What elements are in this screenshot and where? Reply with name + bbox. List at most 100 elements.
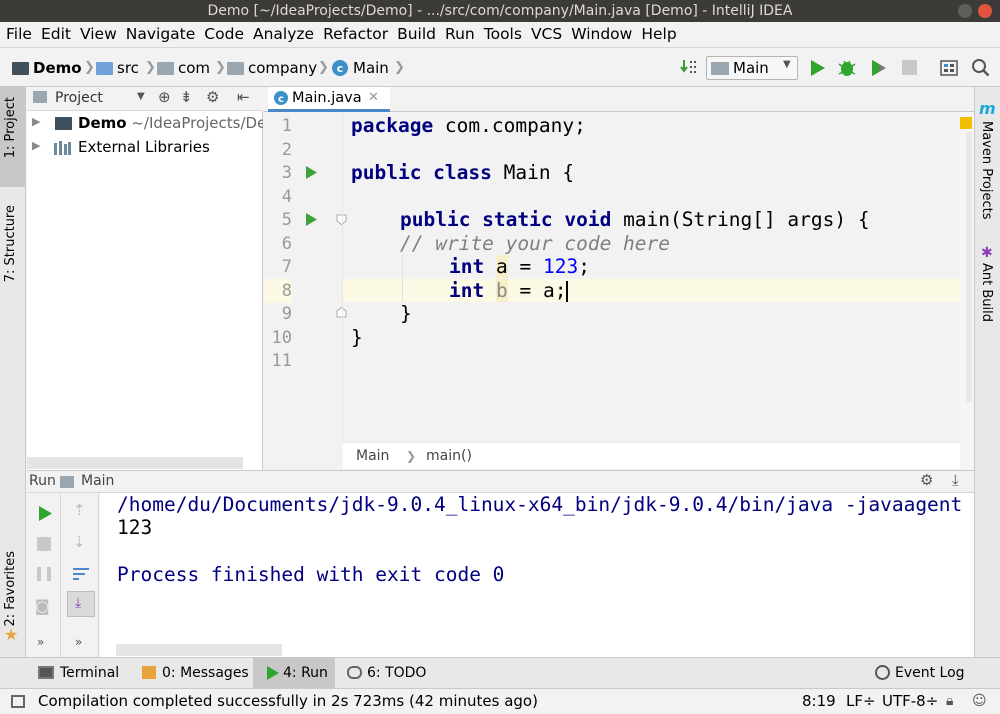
code-editor[interactable]: package com.company; public class Main {… [342,112,960,442]
project-panel-header: Project ▼ ⊕ ⇟ ⚙ ⇤ [27,87,263,111]
window-title: Demo [~/IdeaProjects/Demo] - .../src/com… [207,3,793,19]
more-icon[interactable]: » [37,635,44,649]
ant-build-tab[interactable]: ✱ Ant Build [975,245,1000,335]
caret-position[interactable]: 8:19 [802,689,836,714]
tree-item-demo[interactable]: ▶ Demo ~/IdeaProjects/Demo [27,113,263,137]
project-structure-icon[interactable] [939,58,959,78]
tree-item-demo-name: Demo [78,114,127,132]
line-number: 5 [281,210,292,230]
todo-tool-tab[interactable]: 6: TODO [345,658,426,688]
search-everywhere-icon[interactable] [971,58,991,78]
run-config-select[interactable]: Main ▼ [706,56,798,80]
indent-guide [402,255,403,302]
tree-item-external-libraries[interactable]: ▶ External Libraries [27,137,263,161]
run-tab-main[interactable]: Main [81,473,114,489]
run-console[interactable]: /home/du/Documents/jdk-9.0.4_linux-x64_b… [100,493,974,657]
structure-tool-tab[interactable]: 7: Structure [0,197,25,297]
menu-analyze[interactable]: Analyze [252,25,322,43]
menu-help[interactable]: Help [640,25,684,43]
stop-icon[interactable] [37,537,51,551]
pause-icon[interactable] [37,567,51,581]
inspector-icon[interactable]: ☺ [972,689,987,714]
arrow-up-icon[interactable]: ⇡ [73,501,86,519]
todo-tool-label: 6: TODO [367,665,427,681]
run-icon[interactable] [807,58,827,78]
close-tab-icon[interactable]: ✕ [368,87,379,109]
editor-breadcrumb-method[interactable]: main() [426,448,472,464]
breadcrumb-project[interactable]: Demo [12,59,82,77]
breadcrumb-com[interactable]: com [157,59,210,77]
terminal-tool-tab[interactable]: Terminal [38,658,119,688]
line-number: 4 [281,187,292,207]
menu-file[interactable]: File [5,25,40,43]
breadcrumb-main[interactable]: c Main [331,59,389,77]
close-window-button[interactable] [978,4,992,18]
run-panel-title: Run [29,473,56,489]
svg-text:c: c [278,94,284,105]
breadcrumb-src[interactable]: src [96,59,139,77]
menu-window[interactable]: Window [570,25,640,43]
dropdown-icon[interactable]: ▼ [137,91,145,102]
encoding-select[interactable]: UTF-8÷ [882,689,938,714]
menu-code[interactable]: Code [203,25,252,43]
build-project-icon[interactable] [680,58,700,78]
code-line: public class Main { [351,161,575,184]
console-line: 123 [117,516,153,539]
more-icon[interactable]: » [75,635,82,649]
tab-main-java[interactable]: c Main.java ✕ [268,87,390,112]
maven-projects-tab[interactable]: m Maven Projects [975,99,1000,229]
gear-icon[interactable]: ⚙ [206,88,219,106]
tab-main-java-label: Main.java [292,90,362,106]
collapse-all-icon[interactable]: ⇟ [180,88,193,106]
line-number: 3 [281,163,292,183]
expand-arrow-icon[interactable]: ▶ [32,115,40,128]
code-line: } [400,302,412,325]
hide-panel-icon[interactable]: ⤓ [952,471,959,489]
run-class-icon[interactable] [305,165,318,180]
messages-tool-tab[interactable]: 0: Messages [140,658,249,688]
lock-icon[interactable]: 🔒︎ [946,689,953,714]
project-panel: Project ▼ ⊕ ⇟ ⚙ ⇤ ▶ Demo ~/IdeaProjects/… [27,87,263,470]
menu-view[interactable]: View [79,25,125,43]
locate-icon[interactable]: ⊕ [158,88,171,106]
event-log-tool-tab[interactable]: Event Log [873,658,965,688]
chevron-right-icon: ❯ [215,60,226,75]
menu-run[interactable]: Run [444,25,483,43]
hide-panel-icon[interactable]: ⇤ [237,88,250,106]
arrow-down-icon[interactable]: ⇣ [73,533,86,551]
window-title-bar: Demo [~/IdeaProjects/Demo] - .../src/com… [0,0,1000,22]
run-main-icon[interactable] [305,212,318,227]
project-tool-tab[interactable]: 1: Project [0,87,25,187]
soft-wrap-icon[interactable] [71,565,91,583]
maven-projects-label: Maven Projects [979,121,994,220]
gear-icon[interactable]: ⚙ [920,471,933,489]
debug-icon[interactable] [837,58,857,78]
line-separator-select[interactable]: LF÷ [846,689,876,714]
breadcrumb-company[interactable]: company [227,59,317,77]
inspection-status-icon[interactable] [960,117,972,129]
menu-tools[interactable]: Tools [483,25,530,43]
horizontal-scrollbar[interactable] [116,644,282,656]
menu-vcs[interactable]: VCS [530,25,570,43]
toggle-tool-windows-icon[interactable] [11,695,25,708]
project-view-select[interactable]: Project [55,90,103,106]
editor-breadcrumb-class[interactable]: Main [356,448,389,464]
scroll-thumb[interactable] [966,132,972,402]
camera-icon[interactable]: ◙ [35,597,50,615]
menu-build[interactable]: Build [396,25,444,43]
menu-edit[interactable]: Edit [40,25,79,43]
editor-tab-bar: c Main.java ✕ [264,87,974,112]
left-tool-strip: 1: Project 7: Structure 2: Favorites ★ [0,87,26,657]
run-with-coverage-icon[interactable] [868,58,888,78]
expand-arrow-icon[interactable]: ▶ [32,139,40,152]
menu-navigate[interactable]: Navigate [125,25,204,43]
run-tool-tab[interactable]: 4: Run [253,658,335,688]
favorites-tool-tab[interactable]: 2: Favorites ★ [0,547,25,647]
horizontal-scrollbar[interactable] [27,457,243,469]
minimize-button[interactable] [958,4,972,18]
project-folder-icon [12,61,29,75]
menu-refactor[interactable]: Refactor [322,25,396,43]
editor-scrollbar[interactable] [960,112,974,470]
rerun-icon[interactable] [37,505,53,522]
stop-icon[interactable] [902,60,917,75]
